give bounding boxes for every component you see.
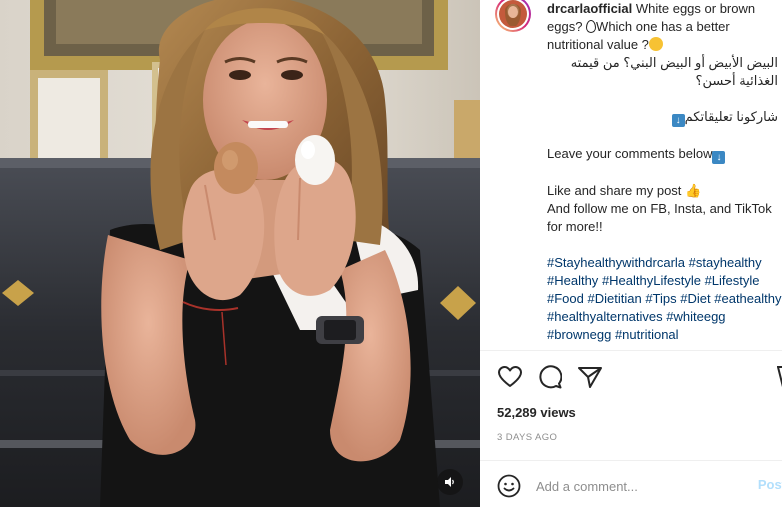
caption-line: White eggs or brown: [632, 1, 756, 16]
hashtag-link[interactable]: #Diet: [680, 291, 710, 306]
hashtag-link[interactable]: #Dietitian: [588, 291, 642, 306]
post-actions: [497, 364, 603, 390]
hashtag-link[interactable]: #Lifestyle: [705, 273, 760, 288]
share-button[interactable]: [577, 364, 603, 390]
caption-line: Which one has a better: [596, 19, 730, 34]
caption-line: for more!!: [547, 219, 603, 234]
comment-bubble-icon: [539, 365, 562, 389]
thumbs-up-icon: 👍: [685, 183, 702, 198]
down-arrow-icon: ↓: [712, 151, 726, 164]
hashtag-link[interactable]: #stayhealthy: [689, 255, 762, 270]
post-date[interactable]: 3 DAYS AGO: [497, 432, 557, 443]
hashtag-link[interactable]: #Healthy: [547, 273, 598, 288]
down-arrow-icon: ↓: [671, 114, 685, 127]
paper-plane-icon: [578, 367, 602, 388]
smiley-icon[interactable]: [497, 474, 521, 498]
hashtag-link[interactable]: #healthyalternatives: [547, 309, 663, 324]
bookmark-icon[interactable]: [777, 366, 782, 388]
caption-scroll-area[interactable]: drcarlaofficial White eggs or brown eggs…: [480, 0, 782, 350]
divider: [480, 350, 782, 351]
post-comment-button[interactable]: Post: [758, 477, 782, 492]
thinking-face-icon: [648, 37, 663, 51]
comment-input[interactable]: [536, 478, 746, 494]
caption-line: nutritional value ?: [547, 37, 649, 52]
caption-arabic-line: الغذائية أحسن؟: [695, 73, 778, 88]
video-player[interactable]: [0, 0, 480, 507]
divider: [480, 460, 782, 461]
caption-arabic-line: البيض الأبيض أو البيض البني؟ من قيمته: [570, 55, 778, 70]
hashtag-link[interactable]: #nutritional: [615, 327, 679, 342]
video-frame: [0, 0, 480, 507]
hashtag-link[interactable]: #Food: [547, 291, 584, 306]
speaker-icon: [445, 477, 454, 487]
heart-icon: [498, 366, 522, 387]
like-button[interactable]: [497, 364, 523, 390]
hashtag-link[interactable]: #brownegg: [547, 327, 611, 342]
view-count[interactable]: 52,289 views: [497, 405, 576, 420]
comment-button[interactable]: [537, 364, 563, 390]
hashtag-link[interactable]: #eathealthy: [714, 291, 781, 306]
mute-button[interactable]: [437, 469, 463, 495]
hashtag-list: #Stayhealthywithdrcarla #stayhealthy #He…: [547, 254, 782, 344]
caption-line: eggs?: [547, 19, 587, 34]
caption-line: And follow me on FB, Insta, and TikTok: [547, 201, 772, 216]
add-comment-form: Post: [497, 473, 782, 499]
post-caption: drcarlaofficial White eggs or brown eggs…: [547, 0, 782, 344]
hashtag-link[interactable]: #HealthyLifestyle: [602, 273, 701, 288]
hashtag-link[interactable]: #Tips: [645, 291, 676, 306]
caption-line: Leave your comments below: [547, 146, 713, 161]
post-details-panel: drcarlaofficial White eggs or brown eggs…: [480, 0, 782, 507]
hashtag-link[interactable]: #Stayhealthywithdrcarla: [547, 255, 685, 270]
egg-icon: [586, 20, 597, 33]
avatar[interactable]: [494, 0, 532, 34]
caption-line: Like and share my post: [547, 183, 686, 198]
hashtag-link[interactable]: #whiteegg: [666, 309, 725, 324]
username-link[interactable]: drcarlaofficial: [547, 1, 632, 16]
caption-arabic-line: شاركونا تعليقاتكم: [684, 109, 778, 124]
